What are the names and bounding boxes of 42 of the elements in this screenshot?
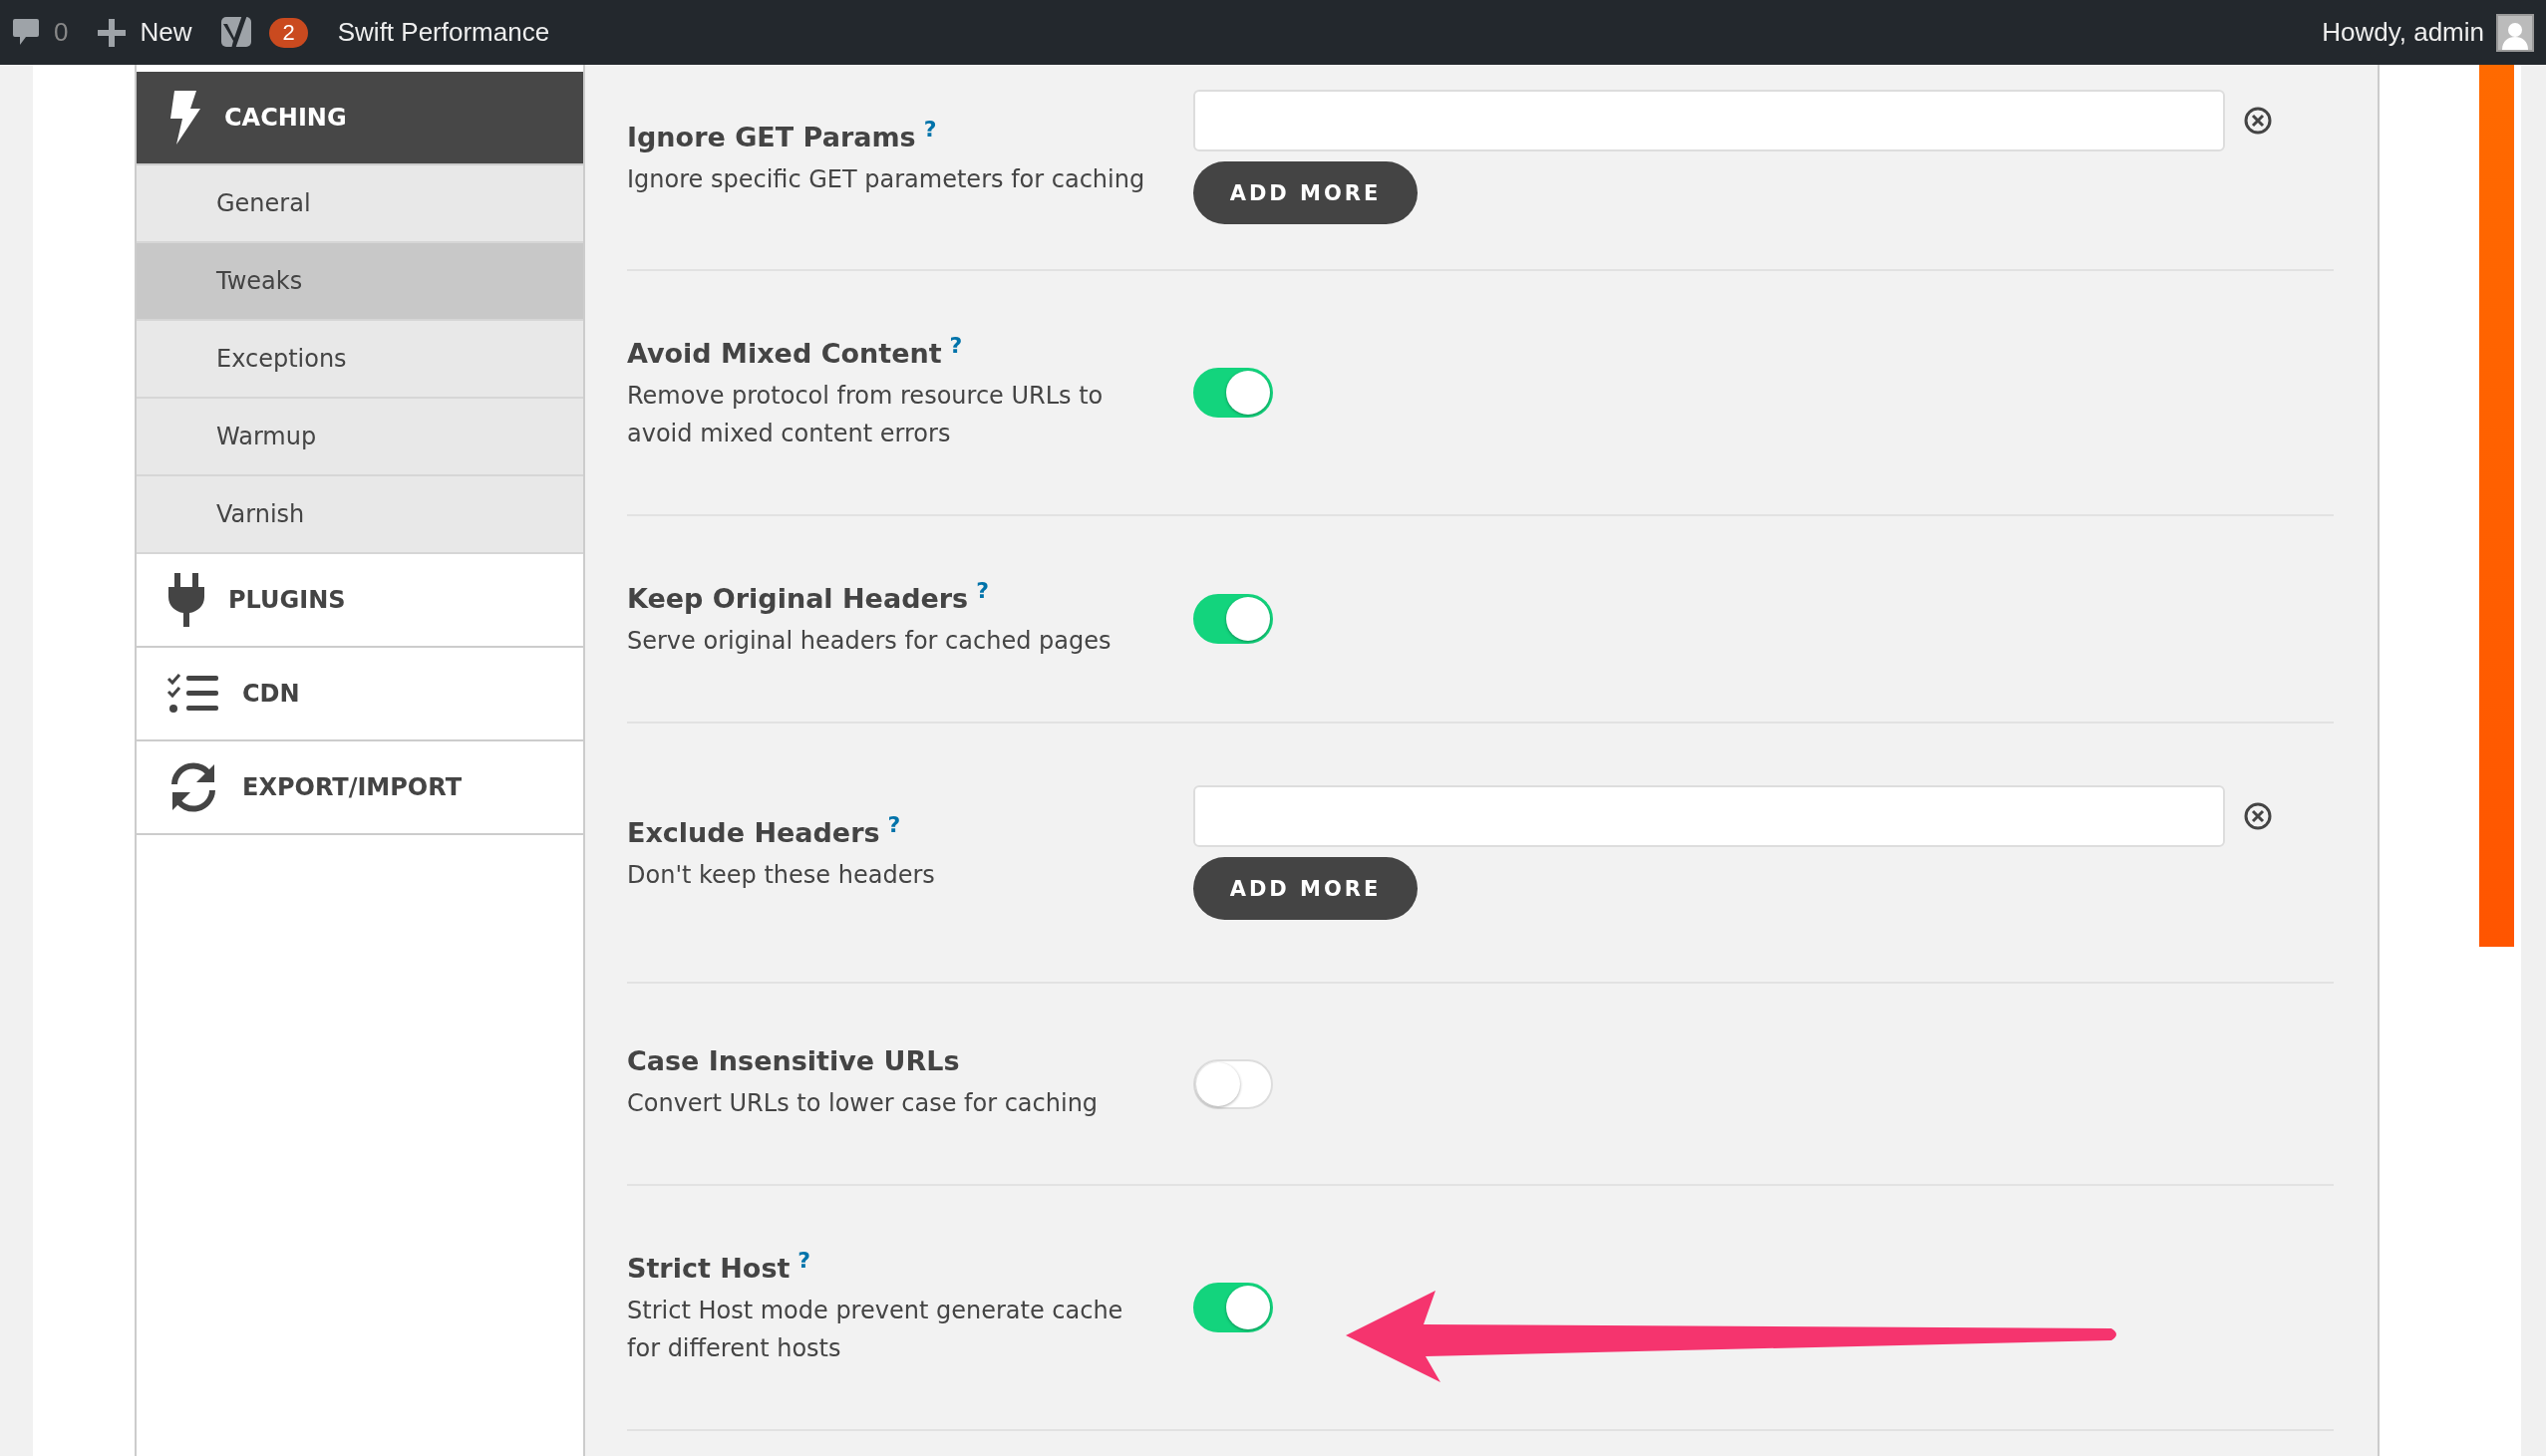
input-field[interactable] bbox=[1193, 785, 2225, 847]
sidebar-item[interactable]: Varnish bbox=[137, 476, 583, 554]
toggle-switch[interactable] bbox=[1193, 368, 1273, 418]
avatar-icon[interactable] bbox=[2496, 13, 2534, 52]
add-more-button[interactable]: ADD MORE bbox=[1193, 857, 1418, 920]
site-menu-item[interactable]: Swift Performance bbox=[337, 17, 550, 48]
help-link[interactable]: ? bbox=[976, 578, 989, 603]
setting-description: Serve original headers for cached pages bbox=[627, 626, 1113, 657]
greeting-text[interactable]: Howdy, admin bbox=[2322, 17, 2484, 48]
new-link[interactable]: New bbox=[140, 17, 192, 48]
setting-description: Don't keep these headers bbox=[627, 859, 936, 891]
sidebar-section[interactable]: CACHING bbox=[137, 72, 583, 165]
setting-description: Strict Host mode prevent generate cache for different hosts bbox=[627, 1296, 1124, 1364]
checklist-icon bbox=[166, 673, 220, 715]
plus-icon[interactable] bbox=[98, 18, 127, 47]
toggle-switch[interactable] bbox=[1193, 1058, 1273, 1109]
setting-description: Convert URLs to lower case for caching bbox=[627, 1088, 1100, 1119]
sidebar-item[interactable]: Tweaks bbox=[137, 243, 583, 321]
toggle-switch[interactable] bbox=[1193, 1283, 1273, 1332]
setting-description: Remove protocol from resource URLs to avoid mixed content errors bbox=[627, 381, 1105, 449]
setting-description: Ignore specific GET parameters for caching bbox=[627, 163, 1145, 195]
comment-count[interactable]: 0 bbox=[54, 17, 69, 48]
notification-badge: 2 bbox=[269, 17, 308, 48]
help-link[interactable]: ? bbox=[949, 333, 963, 358]
setting-title: Keep Original Headers $^{?}$ bbox=[627, 578, 990, 614]
help-link[interactable]: ? bbox=[887, 811, 901, 837]
help-link[interactable]: ? bbox=[923, 116, 937, 142]
setting-title: Case Insensitive URLs bbox=[627, 1045, 961, 1076]
setting-title: Strict Host $^{?}$ bbox=[627, 1248, 812, 1284]
sidebar-item[interactable]: General bbox=[137, 165, 583, 243]
add-more-button[interactable]: ADD MORE bbox=[1193, 161, 1418, 224]
toggle-switch[interactable] bbox=[1193, 594, 1273, 644]
clear-icon[interactable] bbox=[2243, 106, 2273, 136]
setting-title: Exclude Headers $^{?}$ bbox=[627, 811, 902, 848]
plug-icon bbox=[166, 573, 206, 627]
input-field[interactable] bbox=[1193, 90, 2225, 151]
sidebar-item[interactable]: Warmup bbox=[137, 399, 583, 476]
clear-icon[interactable] bbox=[2243, 801, 2273, 831]
setting-title: Ignore GET Params $^{?}$ bbox=[627, 116, 938, 152]
help-link[interactable]: ? bbox=[797, 1248, 811, 1273]
setting-title: Avoid Mixed Content $^{?}$ bbox=[627, 333, 964, 369]
sidebar-item[interactable]: Exceptions bbox=[137, 321, 583, 399]
